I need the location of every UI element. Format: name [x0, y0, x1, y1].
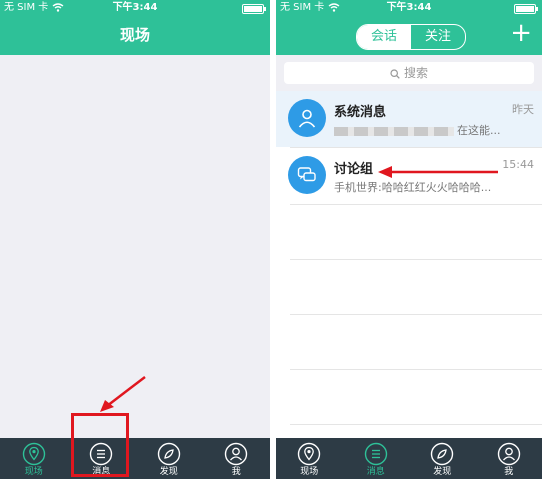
battery-icon [242, 4, 266, 14]
divider [290, 259, 542, 260]
tab-live[interactable]: 现场 [276, 438, 343, 479]
conversation-preview-line: 在这能... [334, 122, 534, 138]
person-icon [298, 109, 316, 128]
tab-label: 我 [231, 467, 241, 477]
right-screen: 无 SIM 卡 下午3:44 会话 关注 + 搜索 系统消息 昨天 在这能...… [276, 0, 542, 479]
search-area: 搜索 [276, 55, 542, 91]
divider [290, 204, 542, 205]
discover-icon [431, 442, 454, 466]
avatar [288, 156, 326, 194]
status-bar: 无 SIM 卡 下午3:44 [0, 0, 270, 16]
status-time: 下午3:44 [112, 2, 158, 13]
search-icon [390, 68, 400, 79]
conversation-preview: 手机世界:哈哈红红火火哈哈哈... [334, 181, 492, 194]
tab-me[interactable]: 我 [476, 438, 542, 479]
divider [290, 424, 542, 425]
profile-icon [225, 442, 248, 466]
chat-bubbles-icon [297, 167, 316, 182]
conversation-row[interactable]: 系统消息 昨天 在这能... [276, 91, 542, 147]
search-placeholder: 搜索 [403, 66, 428, 80]
conversation-time: 15:44 [502, 158, 534, 171]
discover-icon [157, 442, 180, 466]
segment-control: 会话 关注 [356, 24, 466, 50]
tab-label: 我 [504, 467, 514, 477]
divider [290, 314, 542, 315]
conversation-name: 系统消息 [334, 105, 387, 120]
search-input[interactable]: 搜索 [284, 62, 534, 84]
tab-bar: 现场 消息 发现 我 [0, 438, 270, 479]
tab-label: 现场 [300, 467, 319, 477]
status-time: 下午3:44 [386, 2, 432, 13]
annotation-arrow [378, 166, 498, 178]
page-title: 现场 [119, 26, 150, 44]
battery-icon [514, 4, 538, 14]
conversation-name: 讨论组 [334, 162, 374, 177]
conversation-preview: 在这能... [457, 124, 501, 137]
tab-label: 发现 [159, 467, 178, 477]
tab-label: 发现 [433, 467, 452, 477]
profile-icon [497, 442, 520, 466]
location-pin-icon [298, 442, 321, 466]
tab-bar: 现场 消息 发现 我 [276, 438, 542, 479]
tab-live[interactable]: 现场 [0, 438, 68, 479]
location-pin-icon [22, 442, 45, 466]
tab-label: 现场 [24, 467, 43, 477]
status-bar: 无 SIM 卡 下午3:44 [276, 0, 542, 16]
message-list-icon [364, 442, 387, 466]
tab-discover[interactable]: 发现 [409, 438, 476, 479]
divider [290, 369, 542, 370]
highlight-box [71, 413, 129, 477]
segment-following[interactable]: 关注 [411, 25, 465, 49]
tab-label: 消息 [366, 467, 385, 477]
nav-bar: 无 SIM 卡 下午3:44 会话 关注 + [276, 0, 542, 55]
avatar [288, 99, 326, 137]
tab-me[interactable]: 我 [203, 438, 271, 479]
tab-discover[interactable]: 发现 [135, 438, 203, 479]
annotation-arrow [100, 376, 146, 412]
plus-icon[interactable]: + [510, 18, 532, 48]
segment-conversations[interactable]: 会话 [357, 25, 411, 49]
blurred-text [334, 126, 454, 136]
tab-messages[interactable]: 消息 [343, 438, 410, 479]
conversation-time: 昨天 [512, 103, 534, 116]
nav-bar: 无 SIM 卡 下午3:44 现场 [0, 0, 270, 55]
